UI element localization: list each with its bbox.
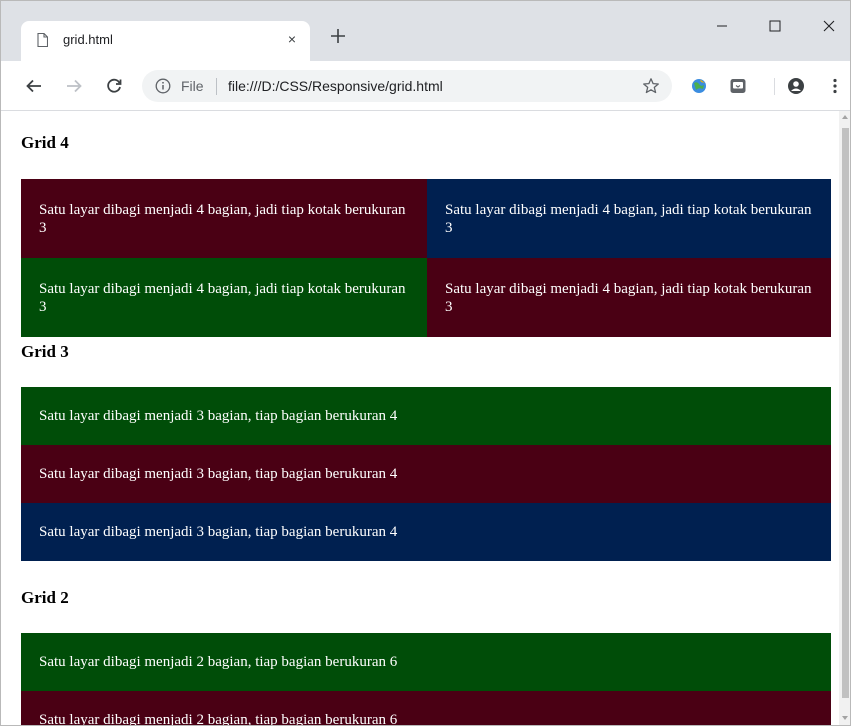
grid4-cell-3-text: Satu layar dibagi menjadi 4 bagian, jadi… [39,280,406,315]
minimize-icon[interactable] [702,11,742,41]
grid3-row-3: Satu layar dibagi menjadi 3 bagian, tiap… [21,503,831,561]
maximize-icon[interactable] [755,11,795,41]
page-viewport: Grid 4 Satu layar dibagi menjadi 4 bagia… [1,111,839,726]
forward-icon[interactable] [63,75,85,97]
reload-icon[interactable] [103,75,125,97]
grid4-row-2: Satu layar dibagi menjadi 4 bagian, jadi… [21,258,831,337]
menu-kebab-icon[interactable] [826,77,844,95]
grid2-cell-2-text: Satu layar dibagi menjadi 2 bagian, tiap… [39,712,398,726]
grid4-cell-2-text: Satu layar dibagi menjadi 4 bagian, jadi… [445,201,812,236]
tab-close-icon[interactable]: × [288,31,296,47]
grid4-row-1: Satu layar dibagi menjadi 4 bagian, jadi… [21,179,831,258]
grid4-cell-3: Satu layar dibagi menjadi 4 bagian, jadi… [21,258,427,337]
grid3-cell-3-text: Satu layar dibagi menjadi 3 bagian, tiap… [39,524,398,540]
grid3-cell-1-text: Satu layar dibagi menjadi 3 bagian, tiap… [39,408,398,424]
address-bar[interactable]: File file:///D:/CSS/Responsive/grid.html [142,70,672,102]
tab-title: grid.html [63,32,113,47]
grid3-row-1: Satu layar dibagi menjadi 3 bagian, tiap… [21,387,831,445]
grid4-cell-1-text: Satu layar dibagi menjadi 4 bagian, jadi… [39,201,406,236]
extension-globe-icon[interactable] [690,77,708,95]
extension-cast-icon[interactable] [729,77,747,95]
scroll-up-arrow-icon[interactable] [842,115,848,119]
profile-avatar-icon[interactable] [787,77,805,95]
grid2-cell-2: Satu layar dibagi menjadi 2 bagian, tiap… [21,691,831,726]
grid4-heading: Grid 4 [21,133,69,152]
info-icon[interactable] [155,78,171,94]
grid4-cell-4-text: Satu layar dibagi menjadi 4 bagian, jadi… [445,280,812,315]
scroll-thumb[interactable] [842,128,849,698]
back-icon[interactable] [23,75,45,97]
grid3-cell-1: Satu layar dibagi menjadi 3 bagian, tiap… [21,387,831,445]
grid3-heading: Grid 3 [21,342,69,361]
grid2-heading: Grid 2 [21,588,69,607]
scroll-down-arrow-icon[interactable] [842,716,848,720]
grid3-cell-3: Satu layar dibagi menjadi 3 bagian, tiap… [21,503,831,561]
new-tab-icon[interactable] [328,26,348,46]
grid2-row-1: Satu layar dibagi menjadi 2 bagian, tiap… [21,633,831,691]
grid3-cell-2: Satu layar dibagi menjadi 3 bagian, tiap… [21,445,831,503]
url-separator [216,78,217,95]
url-text[interactable]: file:///D:/CSS/Responsive/grid.html [228,78,443,94]
grid4-cell-1: Satu layar dibagi menjadi 4 bagian, jadi… [21,179,427,258]
page-scrollbar[interactable] [839,111,850,725]
grid4-cell-4: Satu layar dibagi menjadi 4 bagian, jadi… [427,258,831,337]
grid2-cell-1-text: Satu layar dibagi menjadi 2 bagian, tiap… [39,654,398,670]
grid4-cell-2: Satu layar dibagi menjadi 4 bagian, jadi… [427,179,831,258]
grid2-cell-1: Satu layar dibagi menjadi 2 bagian, tiap… [21,633,831,691]
close-window-icon[interactable] [809,11,849,41]
url-scheme-label: File [181,78,204,94]
grid3-row-2: Satu layar dibagi menjadi 3 bagian, tiap… [21,445,831,503]
grid3-cell-2-text: Satu layar dibagi menjadi 3 bagian, tiap… [39,466,398,482]
browser-window: grid.html × File file:///D:/CSS/Responsi… [0,0,851,726]
bookmark-star-icon[interactable] [642,77,660,95]
grid2-row-2: Satu layar dibagi menjadi 2 bagian, tiap… [21,691,831,726]
browser-tab[interactable]: grid.html × [21,21,310,61]
toolbar-divider [774,78,775,95]
file-icon [37,33,48,47]
